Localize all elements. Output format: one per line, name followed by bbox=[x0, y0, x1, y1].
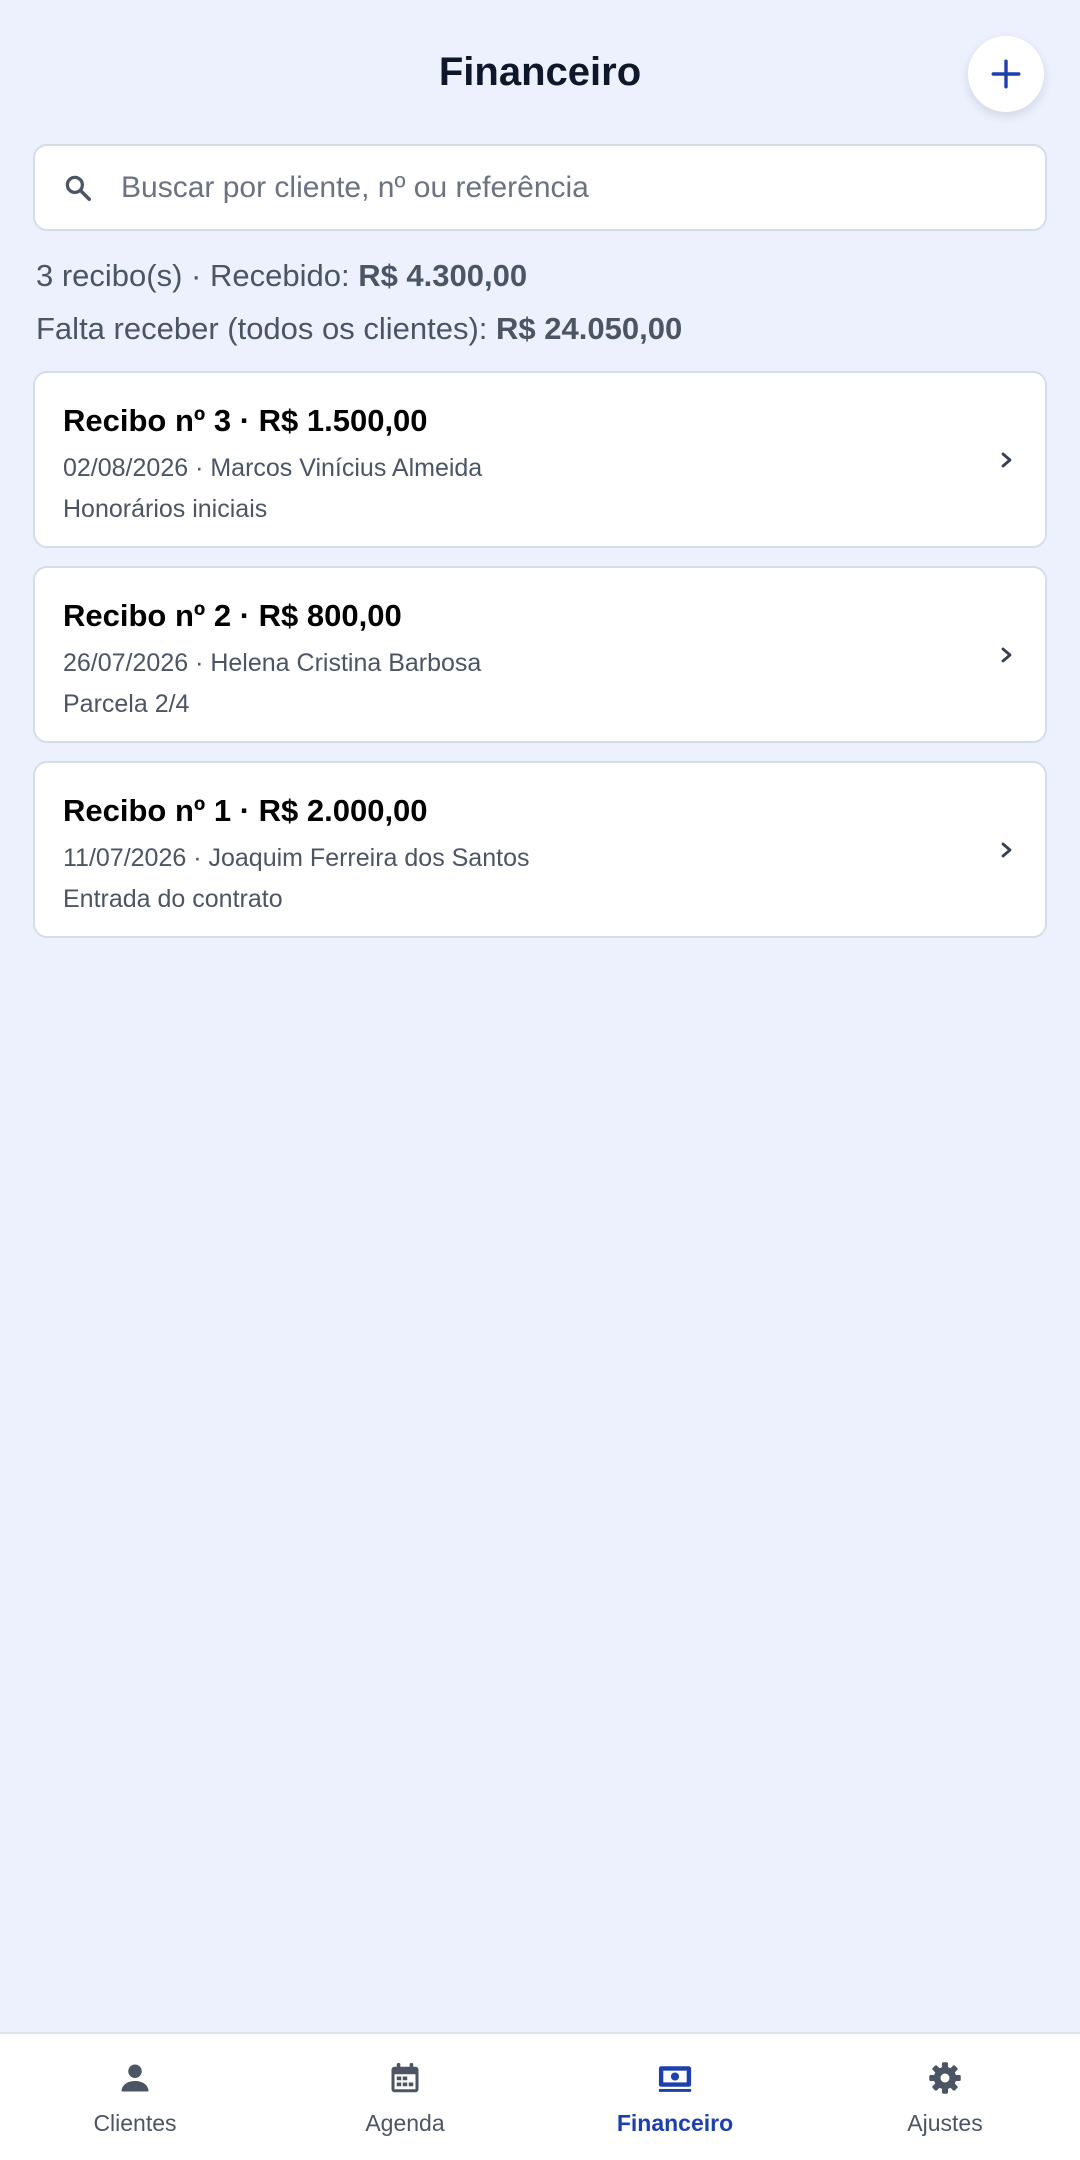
receipt-title: Recibo nº 2 · R$ 800,00 bbox=[63, 598, 402, 633]
nav-label: Clientes bbox=[93, 2110, 177, 2136]
receipt-card[interactable]: Recibo nº 3 · R$ 1.500,00 02/08/2026 · M… bbox=[33, 371, 1047, 548]
received-amount: R$ 4.300,00 bbox=[358, 258, 528, 293]
pending-amount: R$ 24.050,00 bbox=[496, 311, 683, 346]
nav-label: Ajustes bbox=[907, 2110, 983, 2136]
search-input[interactable] bbox=[121, 170, 1001, 205]
calendar-icon bbox=[385, 2058, 425, 2098]
receipt-card[interactable]: Recibo nº 1 · R$ 2.000,00 11/07/2026 · J… bbox=[33, 761, 1047, 938]
receipt-meta: 11/07/2026 · Joaquim Ferreira dos Santos bbox=[63, 844, 530, 872]
chevron-right-icon bbox=[1001, 452, 1012, 468]
plus-icon bbox=[991, 59, 1021, 89]
person-icon bbox=[115, 2058, 155, 2098]
pending-summary: Falta receber (todos os clientes): R$ 24… bbox=[36, 311, 682, 347]
app-header: Financeiro bbox=[0, 0, 1080, 150]
nav-label: Financeiro bbox=[616, 2110, 734, 2136]
receipt-meta: 02/08/2026 · Marcos Vinícius Almeida bbox=[63, 454, 483, 482]
nav-label: Agenda bbox=[365, 2110, 445, 2136]
nav-item-agenda[interactable]: Agenda bbox=[270, 2034, 540, 2160]
receipts-summary: 3 recibo(s) · Recebido: R$ 4.300,00 bbox=[36, 258, 527, 294]
receipts-count-label: 3 recibo(s) · Recebido: bbox=[36, 258, 359, 293]
page-title: Financeiro bbox=[438, 50, 642, 94]
receipt-meta: 26/07/2026 · Helena Cristina Barbosa bbox=[63, 649, 482, 677]
nav-item-clientes[interactable]: Clientes bbox=[0, 2034, 270, 2160]
bottom-nav: Clientes Agenda Financeiro Ajustes bbox=[0, 2032, 1080, 2160]
receipt-title: Recibo nº 1 · R$ 2.000,00 bbox=[63, 793, 428, 828]
chevron-right-icon bbox=[1001, 647, 1012, 663]
receipt-note: Entrada do contrato bbox=[63, 885, 283, 913]
gear-icon bbox=[925, 2058, 965, 2098]
chevron-right-icon bbox=[1001, 842, 1012, 858]
receipt-title: Recibo nº 3 · R$ 1.500,00 bbox=[63, 403, 428, 438]
search-icon bbox=[63, 171, 97, 205]
receipt-card[interactable]: Recibo nº 2 · R$ 800,00 26/07/2026 · Hel… bbox=[33, 566, 1047, 743]
nav-item-financeiro[interactable]: Financeiro bbox=[540, 2034, 810, 2160]
receipt-note: Honorários iniciais bbox=[63, 495, 268, 523]
money-icon bbox=[655, 2058, 695, 2098]
pending-label: Falta receber (todos os clientes): bbox=[36, 311, 497, 346]
receipt-note: Parcela 2/4 bbox=[63, 690, 190, 718]
search-bar[interactable] bbox=[33, 144, 1047, 231]
add-receipt-button[interactable] bbox=[968, 36, 1044, 112]
nav-item-ajustes[interactable]: Ajustes bbox=[810, 2034, 1080, 2160]
